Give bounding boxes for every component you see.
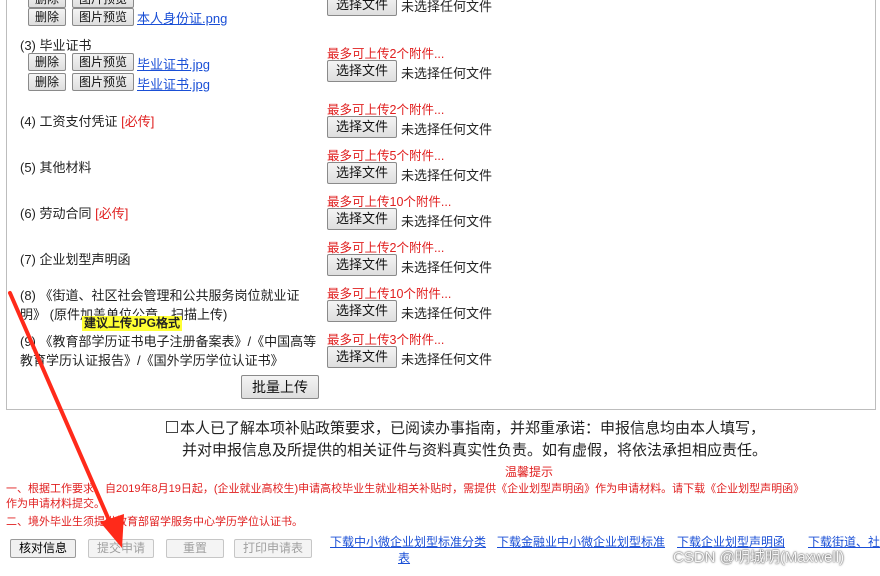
section-7-label: (7) 企业划型声明函 [20, 252, 131, 267]
choose-file-button[interactable]: 选择文件 [327, 116, 398, 138]
image-preview-button[interactable]: 图片预览 [72, 0, 135, 8]
section-8-label-line1: (8) 《街道、社区社会管理和公共服务岗位就业证 [20, 288, 300, 303]
choose-file-button[interactable]: 选择文件 [327, 346, 398, 368]
no-file-text: 未选择任何文件 [401, 168, 493, 183]
no-file-text: 未选择任何文件 [401, 260, 493, 275]
choose-file-button[interactable]: 选择文件 [327, 300, 398, 322]
print-application-button[interactable]: 打印申请表 [234, 539, 313, 558]
no-file-text: 未选择任何文件 [401, 306, 493, 321]
batch-upload-button[interactable]: 批量上传 [241, 375, 319, 399]
image-preview-button[interactable]: 图片预览 [72, 53, 135, 71]
no-file-text: 未选择任何文件 [401, 214, 493, 229]
declaration: 本人已了解本项补贴政策要求，已阅读办事指南，并郑重承诺：申报信息均由本人填写， … [166, 418, 816, 462]
file-link-diploma-1[interactable]: 毕业证书.jpg [137, 54, 210, 73]
declaration-line2: 并对申报信息及所提供的相关证件与资料真实性负责。如有虚假，将依法承担相应责任。 [182, 442, 768, 459]
format-tooltip: 建议上传JPG格式 [82, 316, 183, 331]
choose-file-button[interactable]: 选择文件 [327, 0, 398, 16]
choose-file-button[interactable]: 选择文件 [327, 162, 398, 184]
file-link-diploma-2[interactable]: 毕业证书.jpg [137, 74, 210, 93]
download-classification-link-wrap[interactable]: 表 [398, 549, 410, 566]
choose-file-button[interactable]: 选择文件 [327, 208, 398, 230]
download-finance-standard-link[interactable]: 下载金融业中小微企业划型标准 [497, 533, 665, 550]
agree-checkbox[interactable] [166, 421, 178, 433]
required-tag: [必传] [121, 114, 155, 129]
no-file-text: 未选择任何文件 [401, 0, 493, 14]
no-file-text: 未选择任何文件 [401, 66, 493, 81]
image-preview-button[interactable]: 图片预览 [72, 73, 135, 91]
section-4-label: (4) 工资支付凭证 [必传] [20, 111, 154, 130]
csdn-watermark: CSDN @明城明(Maxwell) [673, 549, 845, 566]
delete-button[interactable]: 删除 [28, 73, 67, 91]
file-link-id-card[interactable]: 本人身份证.png [137, 8, 227, 27]
tip-2: 二、境外毕业生须提供教育部留学服务中心学历学位认证书。 [6, 516, 303, 528]
section-3-label: (3) 毕业证书 [20, 38, 92, 53]
section-4-label-text: (4) 工资支付凭证 [20, 114, 122, 129]
reset-button[interactable]: 重置 [166, 539, 225, 558]
download-classification-link[interactable]: 下载中小微企业划型标准分类 [330, 533, 486, 550]
image-preview-button[interactable]: 图片预览 [72, 8, 135, 26]
choose-file-button[interactable]: 选择文件 [327, 254, 398, 276]
section-6-label-text: (6) 劳动合同 [20, 206, 96, 221]
delete-button[interactable]: 删除 [28, 0, 67, 8]
tips-title: 温馨提示 [505, 465, 554, 479]
delete-button[interactable]: 删除 [28, 8, 67, 26]
submit-application-button[interactable]: 提交申请 [88, 539, 155, 558]
no-file-text: 未选择任何文件 [401, 122, 493, 137]
section-5-label: (5) 其他材料 [20, 160, 92, 175]
choose-file-button[interactable]: 选择文件 [327, 60, 398, 82]
delete-button[interactable]: 删除 [28, 53, 67, 71]
tip-1-line1: 一、根据工作要求，自2019年8月19日起，(企业就业高校生)申请高校毕业生就业… [6, 483, 805, 495]
tip-1-line2: 作为申请材料提交。 [6, 498, 105, 510]
required-tag: [必传] [95, 206, 129, 221]
declaration-line1-text: 本人已了解本项补贴政策要求，已阅读办事指南，并郑重承诺：申报信息均由本人填写， [180, 420, 766, 437]
declaration-line1: 本人已了解本项补贴政策要求，已阅读办事指南，并郑重承诺：申报信息均由本人填写， [166, 418, 816, 440]
no-file-text: 未选择任何文件 [401, 352, 493, 367]
section-9-label-line2: 教育学历认证报告》/《国外学历学位认证书》 [20, 353, 284, 368]
section-9-label-line1: (9) 《教育部学历证书电子注册备案表》/《中国高等 [20, 334, 317, 349]
verify-info-button[interactable]: 核对信息 [10, 539, 77, 558]
section-6-label: (6) 劳动合同 [必传] [20, 203, 128, 222]
